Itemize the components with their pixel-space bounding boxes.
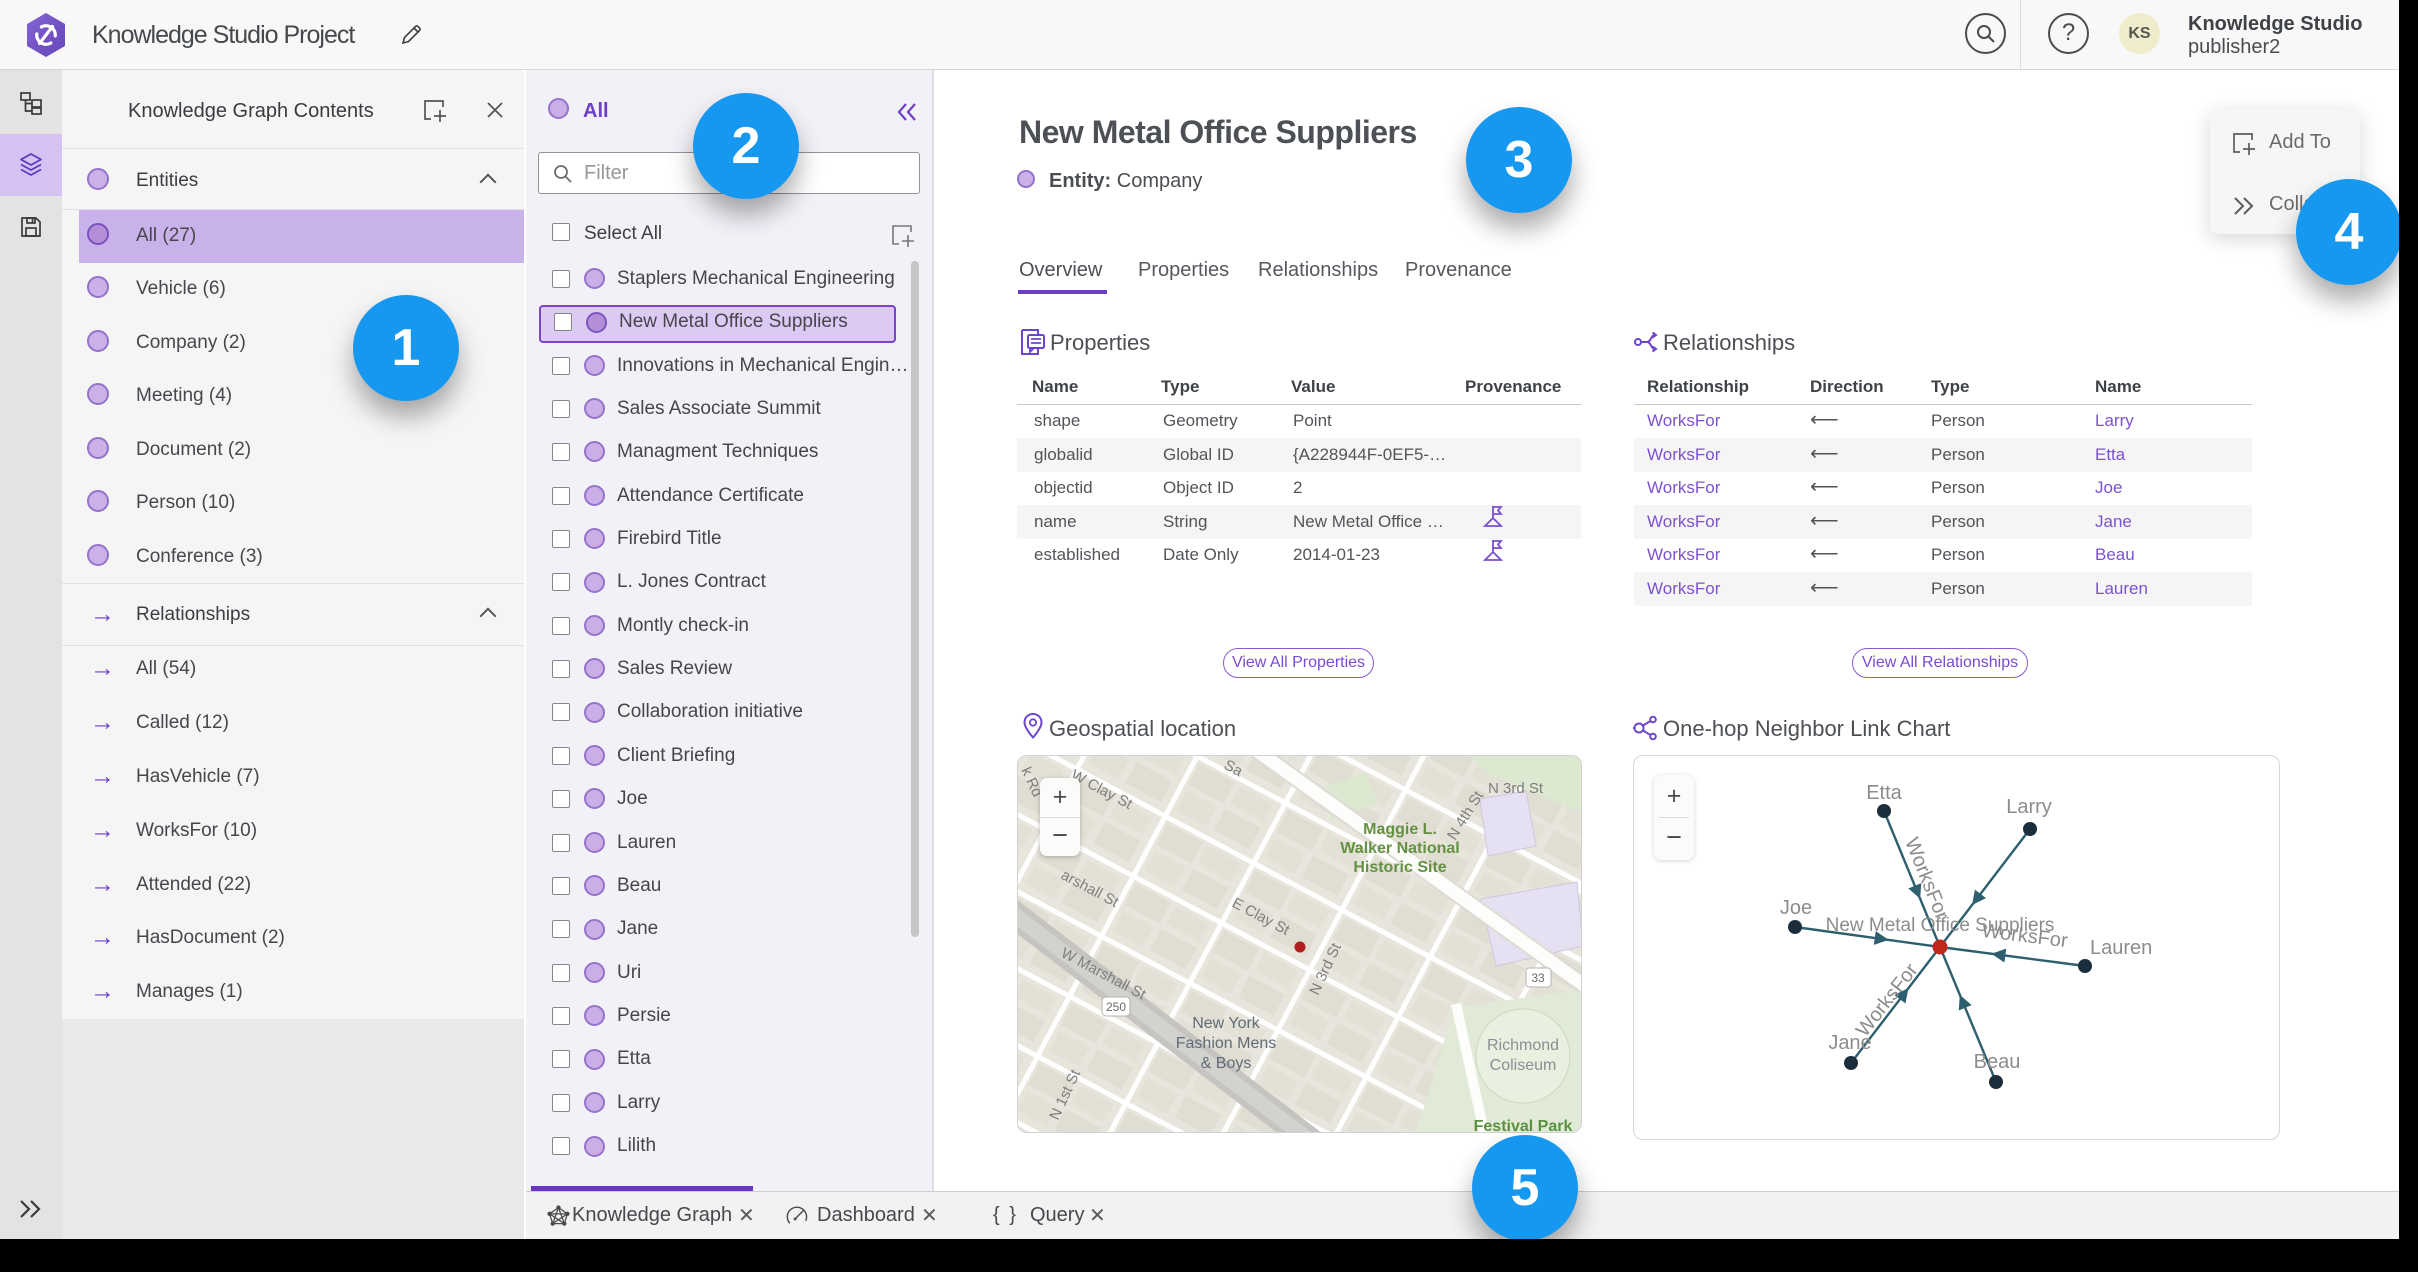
svg-text:WorksFor: WorksFor [1900, 835, 1953, 924]
svg-text:Etta: Etta [1866, 782, 1902, 804]
svg-text:Maggie L.: Maggie L. [1363, 821, 1437, 838]
svg-text:WorksFor: WorksFor [1852, 959, 1923, 1041]
svg-text:Festival Park: Festival Park [1474, 1118, 1573, 1133]
svg-text:Walker National: Walker National [1340, 840, 1459, 857]
svg-text:Richmond: Richmond [1487, 1037, 1559, 1054]
svg-text:Lauren: Lauren [2090, 937, 2152, 959]
svg-text:33: 33 [1531, 971, 1545, 985]
svg-text:Historic Site: Historic Site [1353, 859, 1446, 876]
svg-text:WorksFor: WorksFor [1981, 920, 2070, 952]
svg-text:Beau: Beau [1974, 1051, 2021, 1073]
svg-text:N 3rd St: N 3rd St [1488, 780, 1544, 797]
svg-text:250: 250 [1106, 1000, 1126, 1014]
svg-text:Fashion Mens: Fashion Mens [1176, 1035, 1277, 1052]
svg-text:Coliseum: Coliseum [1490, 1057, 1557, 1074]
svg-text:New York: New York [1192, 1015, 1261, 1032]
svg-text:& Boys: & Boys [1201, 1055, 1252, 1072]
svg-text:Joe: Joe [1780, 897, 1812, 919]
svg-text:Larry: Larry [2006, 796, 2052, 818]
